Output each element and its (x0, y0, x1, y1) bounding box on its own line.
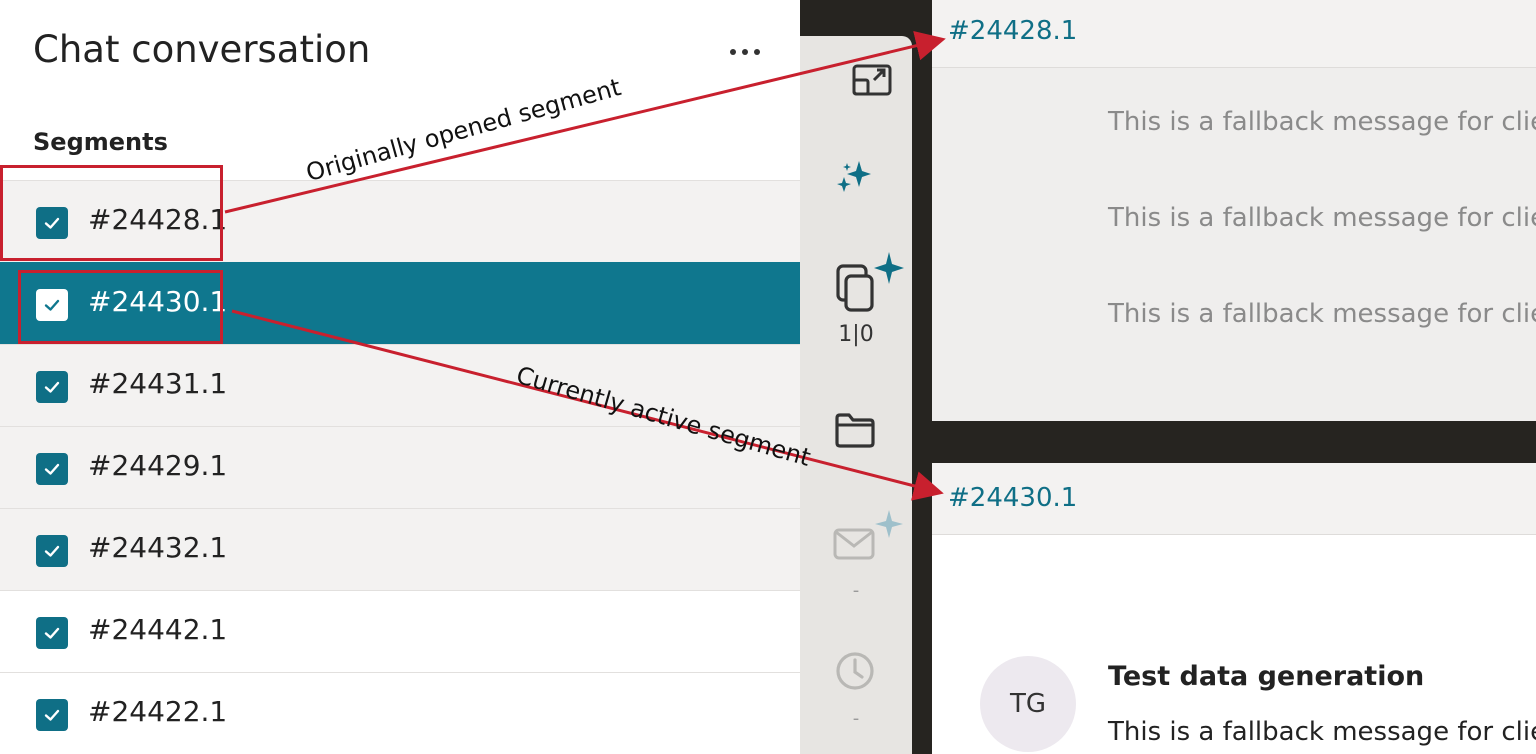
conversation-panel: Chat conversation Segments #24428.1 #244… (0, 0, 800, 754)
check-icon (44, 463, 60, 475)
pane-segment-id[interactable]: #24430.1 (948, 483, 1077, 513)
segment-checkbox[interactable] (36, 535, 68, 567)
segment-label: #24422.1 (88, 695, 228, 728)
app-window: Chat conversation Segments #24428.1 #244… (0, 0, 1536, 754)
segment-checkbox[interactable] (36, 699, 68, 731)
more-options-icon[interactable] (728, 37, 762, 67)
message-text: This is a fallback message for clie (1108, 299, 1536, 329)
check-icon (44, 709, 60, 721)
segment-checkbox[interactable] (36, 453, 68, 485)
segment-label: #24429.1 (88, 449, 228, 482)
copy-counter: 1|0 (838, 322, 874, 347)
segment-label: #24442.1 (88, 613, 228, 646)
check-icon (44, 545, 60, 557)
message-text: This is a fallback message for clie (1108, 203, 1536, 233)
segment-checkbox[interactable] (36, 617, 68, 649)
segment-row[interactable]: #24422.1 (0, 672, 800, 754)
segment-row[interactable]: #24442.1 (0, 590, 800, 672)
side-toolbar (800, 36, 912, 754)
pane-header: #24430.1 (932, 463, 1536, 535)
history-count: - (852, 708, 860, 729)
message-text: This is a fallback message for clie (1108, 717, 1536, 747)
clock-icon[interactable] (834, 650, 876, 692)
ai-sparkle-icon[interactable] (834, 156, 874, 196)
active-segment-pane: #24430.1 TG Test data generation This is… (932, 463, 1536, 754)
check-icon (44, 627, 60, 639)
panel-title: Chat conversation (33, 28, 371, 71)
pane-header: #24428.1 (932, 0, 1536, 68)
message-text: This is a fallback message for clie (1108, 107, 1536, 137)
segment-label: #24432.1 (88, 531, 228, 564)
original-segment-pane: #24428.1 This is a fallback message for … (932, 0, 1536, 421)
message-author: Test data generation (1108, 661, 1425, 692)
pane-segment-id[interactable]: #24428.1 (948, 16, 1077, 46)
segment-list: #24428.1 #24430.1 #24431.1 #24429.1 #244… (0, 180, 800, 754)
copy-icon[interactable] (832, 252, 908, 312)
highlight-box-active (18, 270, 223, 344)
highlight-box-original (0, 165, 223, 261)
check-icon (44, 381, 60, 393)
expand-icon[interactable] (848, 58, 896, 98)
segment-checkbox[interactable] (36, 371, 68, 403)
segments-heading: Segments (33, 128, 168, 156)
segment-label: #24431.1 (88, 367, 228, 400)
folder-icon[interactable] (834, 410, 876, 450)
segment-row[interactable]: #24429.1 (0, 426, 800, 508)
segment-row[interactable]: #24432.1 (0, 508, 800, 590)
mail-icon[interactable] (832, 508, 908, 562)
avatar: TG (980, 656, 1076, 752)
mail-count: - (852, 580, 860, 601)
